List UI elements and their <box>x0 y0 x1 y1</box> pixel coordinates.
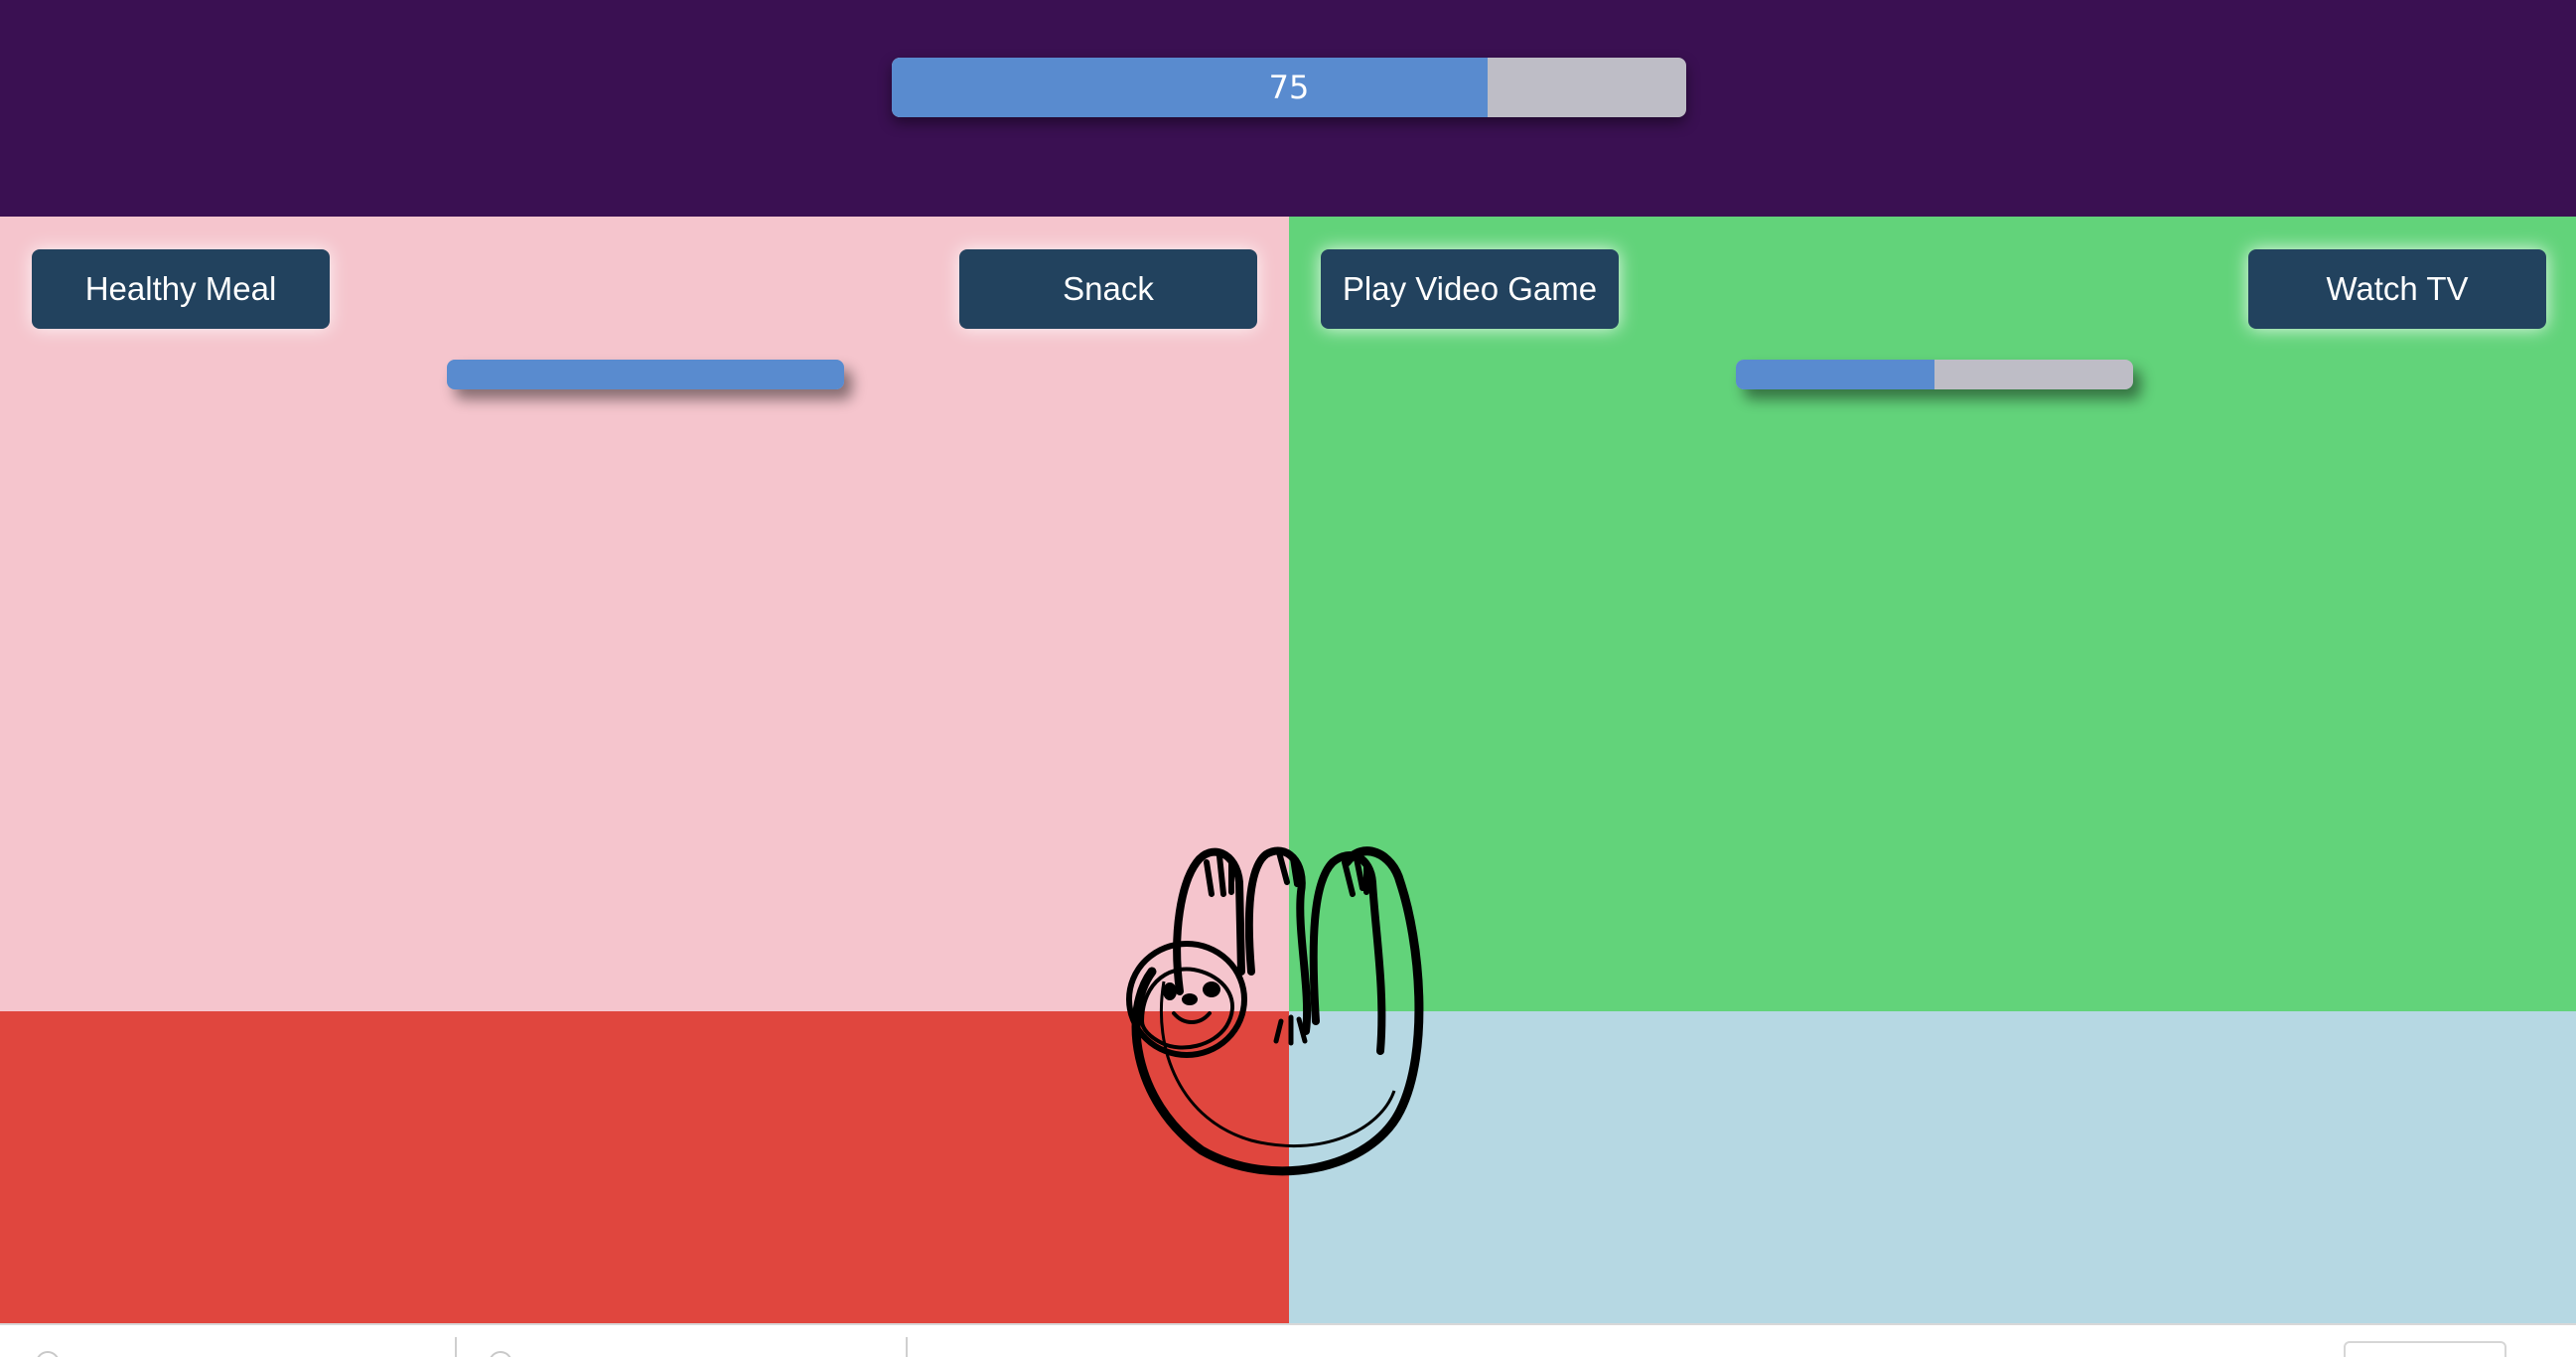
healthy-meal-button[interactable]: Healthy Meal <box>32 249 330 329</box>
food-progress-fill <box>447 360 844 389</box>
main-progress-value: 75 <box>1268 69 1310 106</box>
bottom-toolbar <box>0 1323 2576 1357</box>
toolbar-circle-icon[interactable] <box>489 1351 512 1357</box>
toolbar-divider <box>455 1337 457 1357</box>
fun-progress-fill <box>1736 360 1934 389</box>
sloth-icon[interactable] <box>1102 823 1460 1180</box>
food-panel <box>0 217 1289 1011</box>
header-bar: 75 <box>0 0 2576 217</box>
toolbar-box[interactable] <box>2344 1341 2506 1357</box>
food-progress-bar <box>447 360 844 389</box>
toolbar-circle-icon[interactable] <box>36 1351 60 1357</box>
toolbar-divider <box>906 1337 908 1357</box>
lower-right-panel <box>1289 1011 2576 1323</box>
snack-button[interactable]: Snack <box>959 249 1257 329</box>
play-video-game-button[interactable]: Play Video Game <box>1321 249 1619 329</box>
fun-progress-bar <box>1736 360 2133 389</box>
watch-tv-button[interactable]: Watch TV <box>2248 249 2546 329</box>
main-progress-bar: 75 <box>892 58 1686 117</box>
lower-left-panel <box>0 1011 1289 1323</box>
fun-panel <box>1289 217 2576 1011</box>
app: 75 Healthy Meal Snack Play Video Game Wa… <box>0 0 2576 1357</box>
